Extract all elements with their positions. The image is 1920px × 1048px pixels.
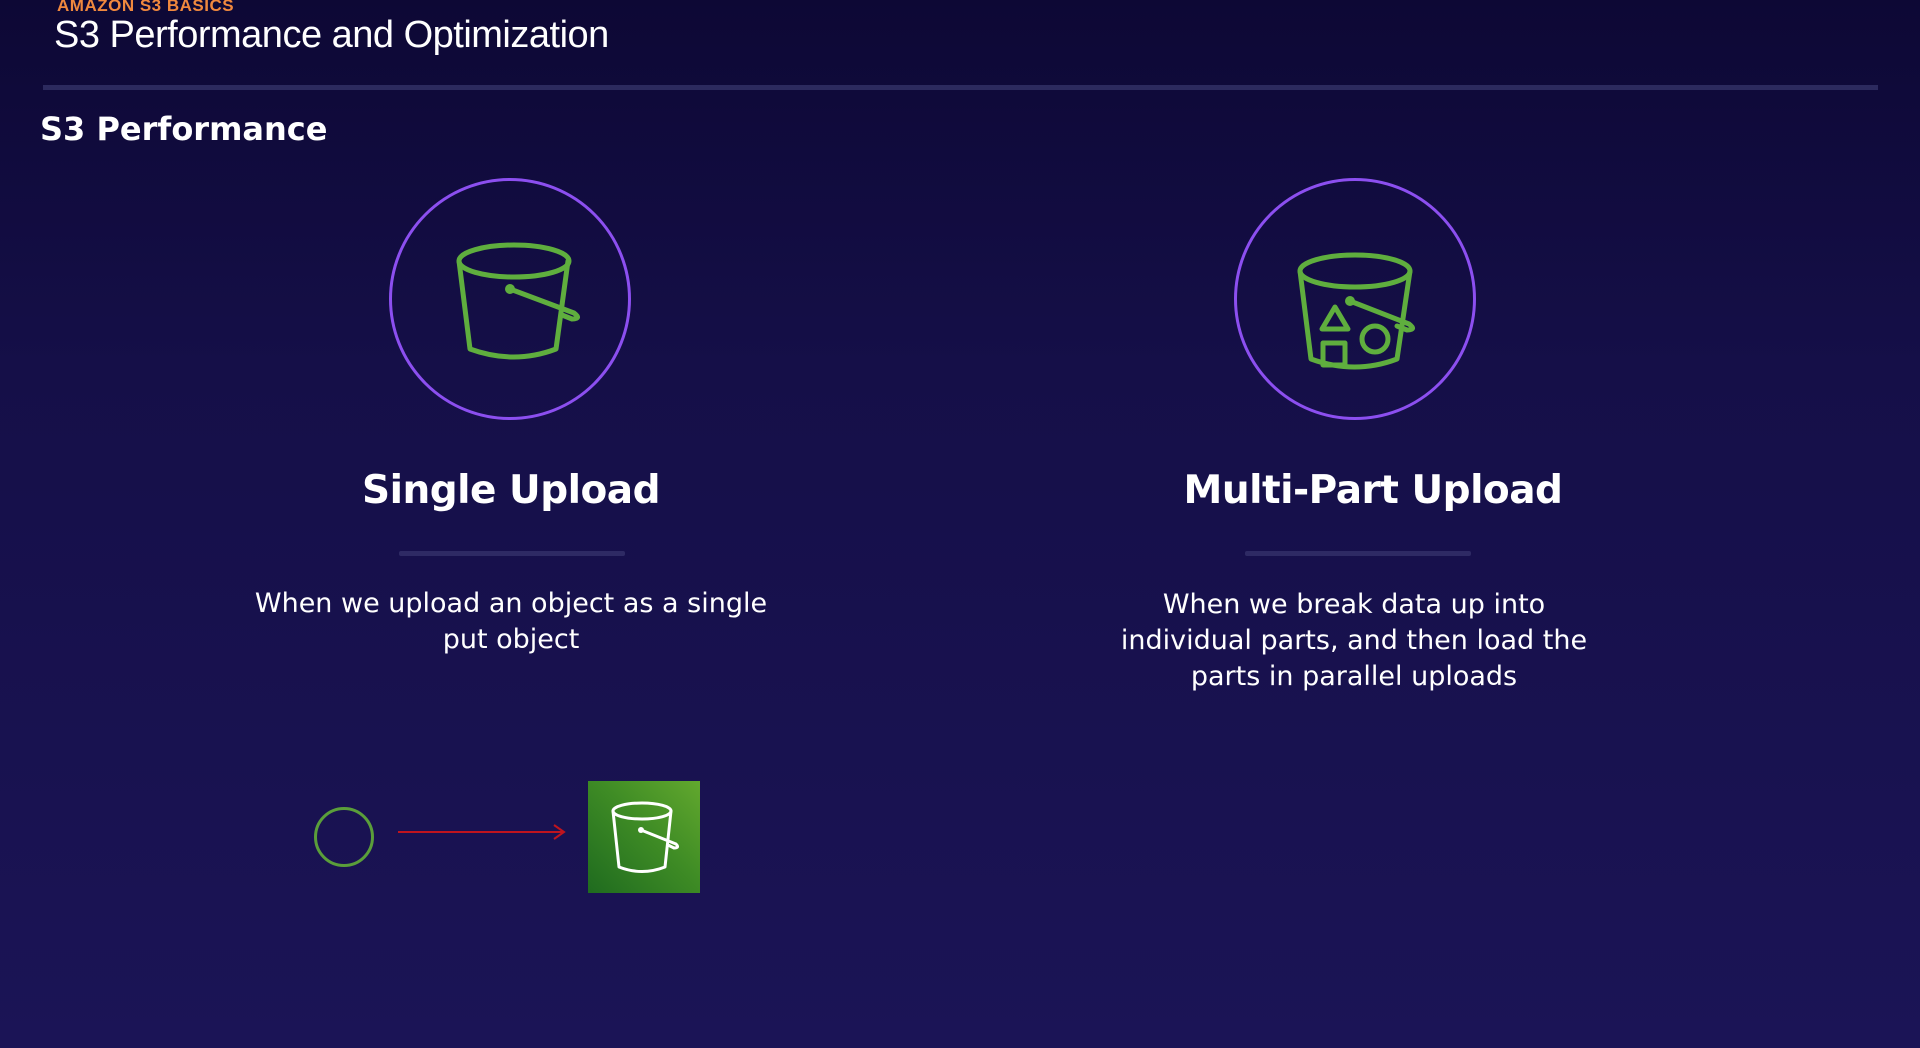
client-circle-icon: [314, 807, 374, 867]
single-upload-divider: [399, 551, 625, 556]
multipart-upload-icon-circle: [1234, 178, 1476, 420]
multipart-upload-divider: [1245, 551, 1471, 556]
page-title: S3 Performance and Optimization: [54, 14, 609, 56]
title-divider: [43, 85, 1878, 90]
s3-bucket-tile: [588, 781, 700, 893]
s3-bucket-icon: [456, 242, 580, 360]
section-heading: S3 Performance: [40, 110, 328, 148]
single-upload-icon-circle: [389, 178, 631, 420]
single-upload-title: Single Upload: [361, 468, 661, 513]
multipart-upload-description: When we break data up into individual pa…: [1120, 589, 1588, 692]
multipart-upload-title: Multi-Part Upload: [1183, 468, 1563, 513]
s3-bucket-with-objects-icon: [1297, 252, 1415, 370]
single-upload-description: When we upload an object as a single put…: [254, 588, 768, 655]
arrow-right-icon: [398, 824, 566, 840]
s3-bucket-tile-icon: [611, 801, 680, 873]
